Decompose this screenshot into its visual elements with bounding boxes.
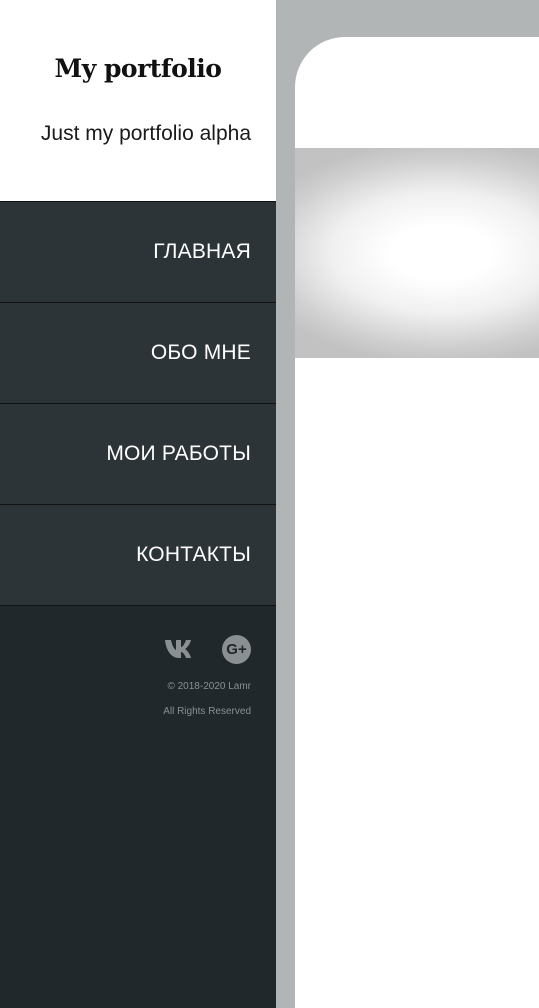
- rights-text: All Rights Reserved: [163, 706, 251, 717]
- hero-banner: [295, 148, 539, 358]
- social-links: G+: [0, 634, 251, 664]
- nav-item-label: ОБО МНЕ: [150, 341, 251, 364]
- nav-item-label: КОНТАКТЫ: [136, 543, 251, 566]
- nav-item-label: ГЛАВНАЯ: [153, 240, 251, 263]
- vk-icon[interactable]: [164, 637, 198, 661]
- copyright-text: © 2018-2020 Lamr: [167, 681, 251, 692]
- nav-item-contacts[interactable]: КОНТАКТЫ: [0, 505, 276, 606]
- main-nav: ГЛАВНАЯ ОБО МНЕ МОИ РАБОТЫ КОНТАКТЫ: [0, 201, 276, 606]
- nav-item-label: МОИ РАБОТЫ: [106, 442, 251, 465]
- site-tagline: Just my portfolio alpha: [40, 122, 251, 145]
- content-panel: [295, 37, 539, 1008]
- google-plus-icon[interactable]: G+: [222, 634, 251, 664]
- google-plus-glyph: G+: [226, 640, 247, 658]
- sidebar: My portfolio Just my portfolio alpha ГЛА…: [0, 0, 276, 1008]
- site-title[interactable]: My portfolio: [0, 54, 276, 83]
- nav-item-home[interactable]: ГЛАВНАЯ: [0, 202, 276, 303]
- nav-item-about[interactable]: ОБО МНЕ: [0, 303, 276, 404]
- brand-header: My portfolio Just my portfolio alpha: [0, 0, 276, 201]
- sidebar-footer: G+ © 2018-2020 Lamr All Rights Reserved: [0, 634, 276, 717]
- nav-item-works[interactable]: МОИ РАБОТЫ: [0, 404, 276, 505]
